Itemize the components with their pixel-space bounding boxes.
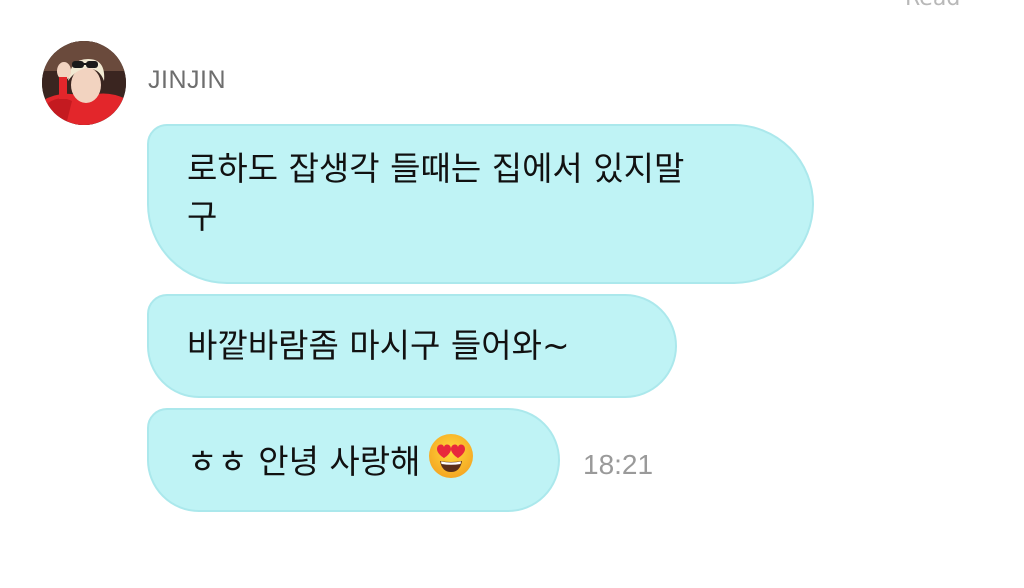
sender-avatar[interactable] [42, 41, 126, 125]
message-text: 구 [187, 197, 218, 236]
message-bubble[interactable]: ㅎㅎ 안녕 사랑해 [147, 408, 560, 512]
sender-name: JINJIN [148, 66, 226, 94]
chat-screen: Read JINJIN 로하도 잡생각 들때는 집에서 있지말 구 바깥바람좀 … [0, 0, 1024, 588]
heart-eyes-emoji-icon [427, 432, 475, 480]
message-bubble[interactable]: 바깥바람좀 마시구 들어와~ [147, 294, 677, 398]
message-timestamp: 18:21 [583, 449, 654, 480]
read-receipt-label: Read [905, 0, 960, 11]
message-text: 바깥바람좀 마시구 들어와~ [187, 326, 570, 365]
message-text: ㅎㅎ 안녕 사랑해 [187, 442, 421, 481]
avatar-photo-icon [42, 41, 126, 125]
message-bubble[interactable]: 로하도 잡생각 들때는 집에서 있지말 구 [147, 124, 814, 284]
message-text: 로하도 잡생각 들때는 집에서 있지말 [187, 149, 685, 188]
